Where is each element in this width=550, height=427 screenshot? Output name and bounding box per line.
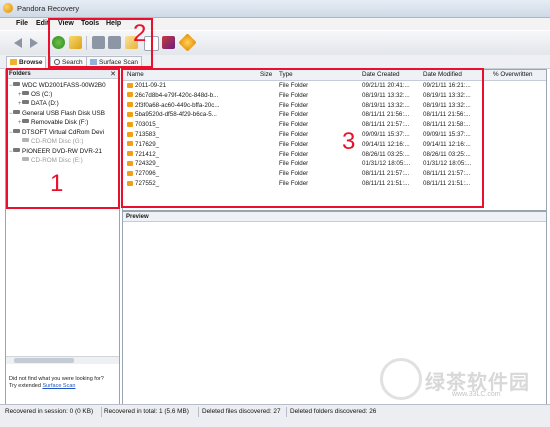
status-divider xyxy=(198,407,199,417)
status-deleted-folders: Deleted folders discovered: 26 xyxy=(290,408,377,415)
menu-file[interactable]: File xyxy=(16,20,28,27)
preview-header: Preview xyxy=(123,212,546,222)
surface-scan-link[interactable]: Surface Scan xyxy=(42,383,75,389)
status-deleted-files: Deleted files discovered: 27 xyxy=(202,408,281,415)
folder-icon xyxy=(10,59,17,65)
annotation-number-2: 2 xyxy=(133,20,147,47)
pen-icon[interactable] xyxy=(162,36,175,49)
tab-browse[interactable]: Browse xyxy=(6,56,47,68)
not-found-hint: Did not find what you were looking for? … xyxy=(9,376,119,390)
window-title: Pandora Recovery xyxy=(17,4,80,13)
try-extended-text: Try extended xyxy=(9,383,41,389)
not-found-text: Did not find what you were looking for? xyxy=(9,376,104,382)
tab-browse-label: Browse xyxy=(19,59,43,66)
status-divider xyxy=(286,407,287,417)
status-bar: Recovered in session: 0 (0 KB) Recovered… xyxy=(0,404,550,427)
app-icon xyxy=(3,3,13,13)
column-overwritten[interactable]: % Overwritten xyxy=(493,71,533,78)
forward-icon[interactable] xyxy=(30,38,38,48)
title-bar xyxy=(0,0,550,18)
scrollbar-thumb[interactable] xyxy=(14,358,74,363)
annotation-number-3: 3 xyxy=(342,128,356,155)
watermark-logo xyxy=(380,358,422,400)
annotation-box-3 xyxy=(121,68,484,208)
annotation-number-1: 1 xyxy=(50,170,64,197)
status-divider xyxy=(101,407,102,417)
watermark-url: www.33LC.com xyxy=(452,391,501,398)
preview-title: Preview xyxy=(126,214,149,220)
status-recovered-total: Recovered in total: 1 (5.6 MB) xyxy=(104,408,189,415)
status-recovered-session: Recovered in session: 0 (0 KB) xyxy=(5,408,94,415)
back-icon[interactable] xyxy=(14,38,22,48)
folders-horizontal-scrollbar[interactable] xyxy=(6,356,119,364)
